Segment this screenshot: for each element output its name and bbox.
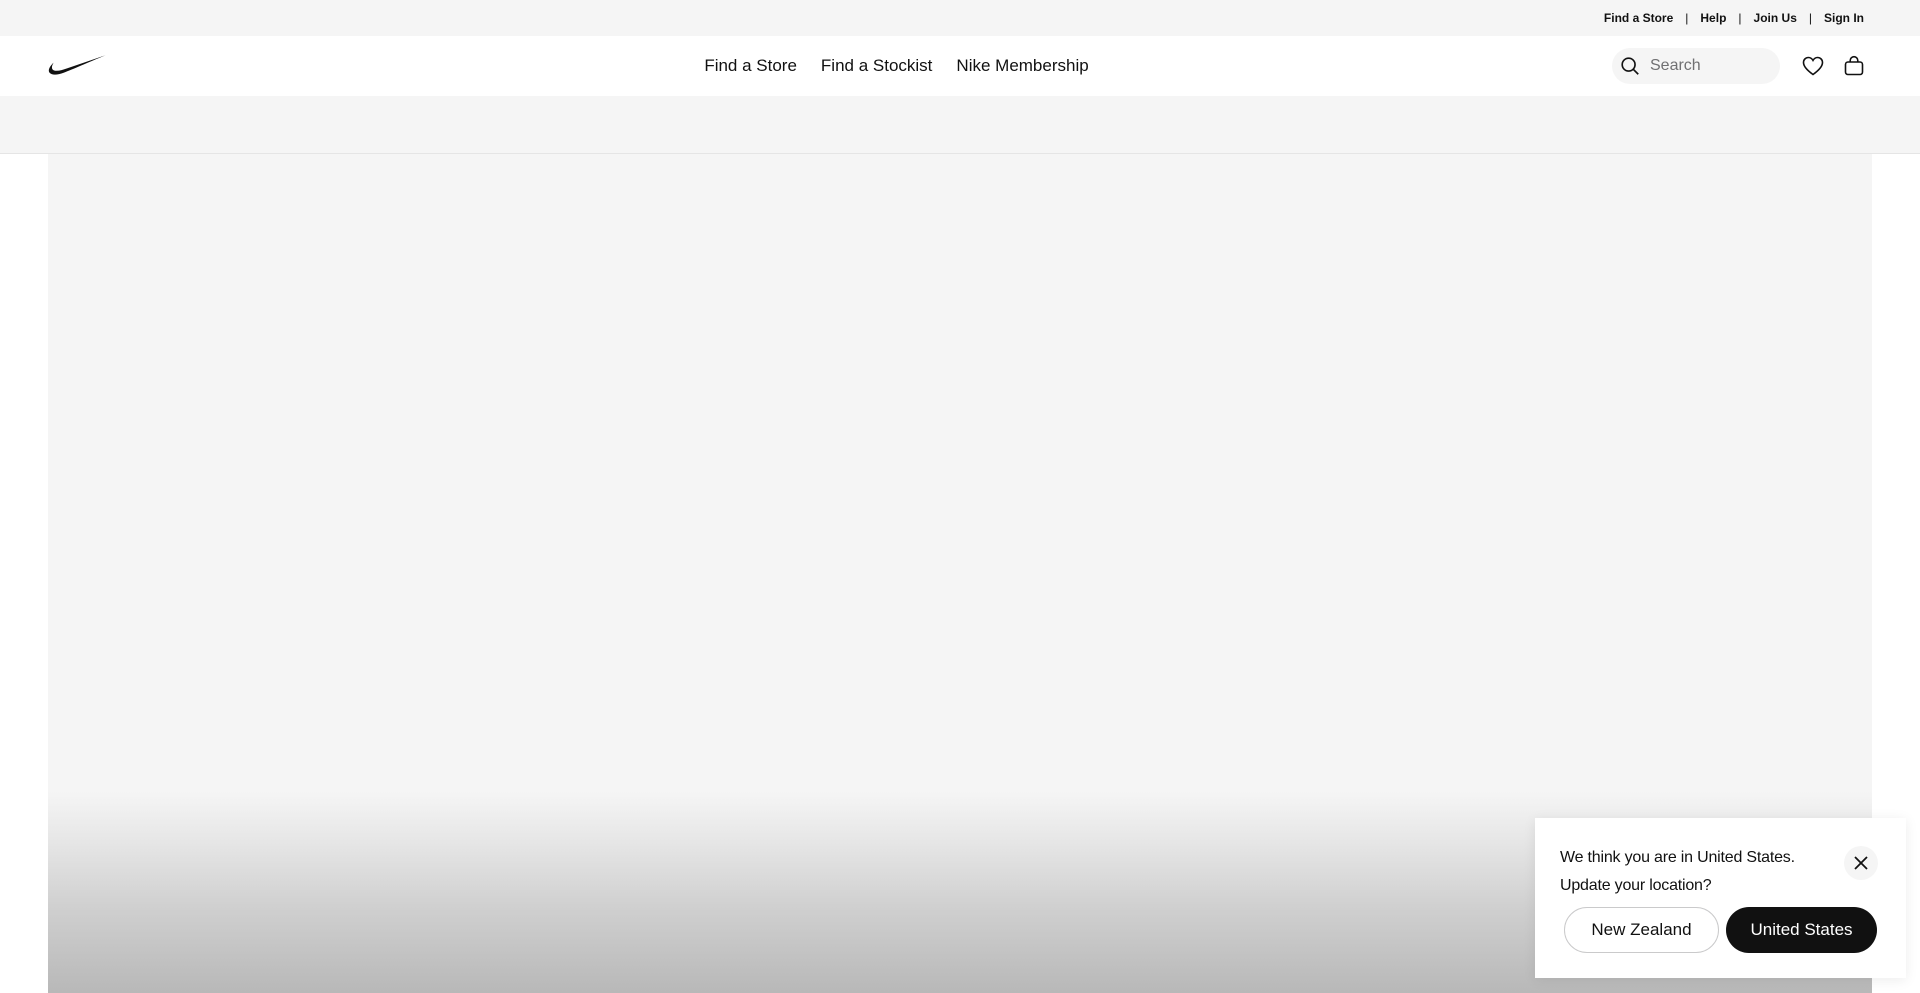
utility-link-find-store[interactable]: Find a Store [1604, 11, 1673, 25]
utility-bar: Find a Store | Help | Join Us | Sign In [0, 0, 1920, 36]
bag-icon[interactable] [1836, 48, 1872, 84]
location-modal: We think you are in United States. Updat… [1535, 818, 1906, 978]
utility-link-help[interactable]: Help [1700, 11, 1726, 25]
utility-separator: | [1685, 11, 1689, 25]
location-message-line2: Update your location? [1560, 877, 1712, 894]
main-header: Find a Store Find a Stockist Nike Member… [0, 36, 1920, 96]
nav-find-stockist[interactable]: Find a Stockist [821, 56, 933, 76]
secondary-band [0, 96, 1920, 154]
search-bar [1612, 48, 1780, 84]
swoosh-icon[interactable] [48, 54, 106, 76]
location-message-line1: We think you are in United States. [1560, 849, 1795, 866]
nav-find-store[interactable]: Find a Store [704, 56, 797, 76]
united-states-button[interactable]: United States [1726, 907, 1877, 953]
search-icon[interactable] [1612, 48, 1648, 84]
utility-separator: | [1738, 11, 1742, 25]
utility-separator: | [1808, 11, 1812, 25]
utility-link-sign-in[interactable]: Sign In [1824, 11, 1864, 25]
new-zealand-button[interactable]: New Zealand [1564, 907, 1719, 953]
utility-link-join-us[interactable]: Join Us [1754, 11, 1797, 25]
search-input[interactable] [1650, 57, 1770, 75]
close-icon[interactable] [1844, 846, 1878, 880]
nav-nike-membership[interactable]: Nike Membership [956, 56, 1088, 76]
location-message: We think you are in United States. Updat… [1560, 844, 1820, 900]
heart-icon[interactable] [1795, 48, 1831, 84]
utility-links: Find a Store | Help | Join Us | Sign In [1604, 0, 1864, 36]
